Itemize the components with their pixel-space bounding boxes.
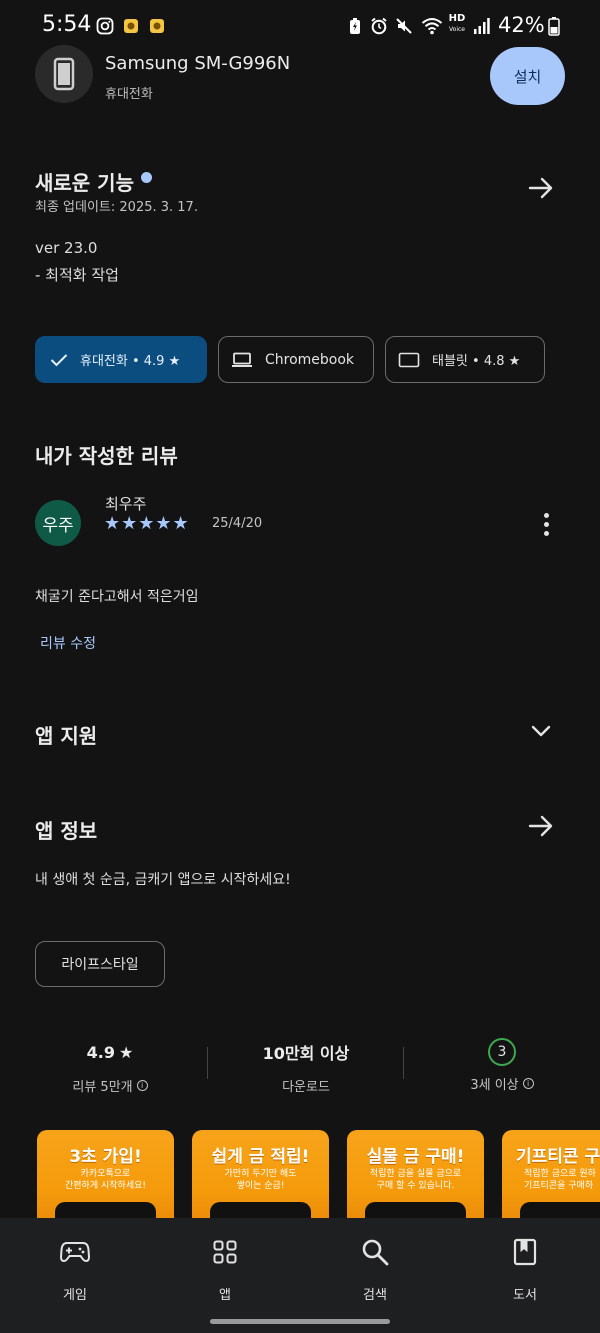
device-phone-icon: [35, 45, 93, 103]
apps-grid-icon: [175, 1232, 275, 1272]
screenshot-subtitle: 적립한 금으로 원하 기프티콘을 구매하: [524, 1169, 596, 1191]
stat-rating: 4.9 ★ 리뷰 5만개 i: [30, 1040, 190, 1095]
app-support-expand-button[interactable]: [521, 711, 561, 751]
info-icon[interactable]: i: [522, 1078, 534, 1089]
arrow-right-icon: [528, 177, 553, 199]
last-updated: 최종 업데이트: 2025. 3. 17.: [35, 200, 198, 215]
mute-icon: [394, 16, 414, 36]
laptop-icon: [231, 352, 253, 368]
version-text: ver 23.0: [35, 239, 98, 257]
screenshot-subtitle: 가만히 두기만 해도 쌓이는 순금!: [224, 1169, 297, 1191]
book-icon: [475, 1232, 575, 1272]
chip-tablet[interactable]: 태블릿 • 4.8 ★: [385, 336, 545, 383]
app-description: 내 생애 첫 순금, 금캐기 앱으로 시작하세요!: [35, 872, 291, 888]
screenshot-title: 쉽게 금 적립!: [211, 1147, 310, 1167]
rating-value: 4.9: [86, 1042, 115, 1062]
info-icon[interactable]: i: [136, 1080, 148, 1091]
gamepad-icon: [25, 1232, 125, 1272]
star-icon: ★: [119, 1042, 134, 1062]
chip-phone[interactable]: 휴대전화 • 4.9 ★: [35, 336, 207, 383]
age-rating-badge: 3: [488, 1038, 516, 1066]
nav-label: 검색: [363, 1288, 387, 1303]
tablet-icon: [398, 352, 420, 368]
screenshot-4[interactable]: 기프티콘 구 적립한 금으로 원하 기프티콘을 구매하: [502, 1130, 600, 1230]
downloads-label: 다운로드: [282, 1080, 330, 1095]
screenshot-title: 기프티콘 구: [516, 1147, 600, 1167]
chip-chromebook-label: Chromebook: [265, 351, 355, 368]
category-chip[interactable]: 라이프스타일: [35, 941, 165, 987]
chip-phone-label: 휴대전화 • 4.9 ★: [80, 354, 181, 369]
screenshot-title: 3초 가입!: [69, 1147, 142, 1167]
notification-app-icon: [122, 16, 140, 36]
whats-new-arrow-button[interactable]: [521, 168, 561, 208]
install-button[interactable]: 설치: [490, 47, 565, 105]
chip-chromebook[interactable]: Chromebook: [218, 336, 374, 383]
device-type: 휴대전화: [105, 87, 153, 102]
screenshot-subtitle: 카카오톡으로 간편하게 시작하세요!: [65, 1169, 146, 1191]
screenshot-2[interactable]: 쉽게 금 적립! 가만히 두기만 해도 쌓이는 순금!: [192, 1130, 329, 1230]
app-info-title: 앱 정보: [35, 819, 98, 843]
nav-apps[interactable]: 앱: [175, 1232, 275, 1303]
search-icon: [325, 1232, 425, 1272]
notification-app-icon-2: [148, 16, 166, 36]
device-name: Samsung SM-G996N: [105, 53, 291, 74]
screenshot-1[interactable]: 3초 가입! 카카오톡으로 간편하게 시작하세요!: [37, 1130, 174, 1230]
signal-icon: [471, 16, 491, 36]
update-note: - 최적화 작업: [35, 266, 119, 284]
alarm-icon: [369, 16, 389, 36]
rating-label: 리뷰 5만개: [72, 1080, 133, 1095]
app-support-title: 앱 지원: [35, 724, 98, 748]
new-indicator-dot: [141, 172, 152, 183]
nav-label: 도서: [513, 1288, 537, 1303]
status-time: 5:54: [42, 12, 92, 37]
downloads-value: 10만회 이상: [262, 1044, 350, 1063]
hd-label: HD: [448, 13, 466, 24]
reviewer-name: 최우주: [105, 495, 147, 513]
instagram-icon: [95, 16, 115, 36]
whats-new-title: 새로운 기능: [35, 171, 134, 195]
edit-review-link[interactable]: 리뷰 수정: [40, 633, 96, 653]
arrow-right-icon: [528, 815, 553, 837]
screenshot-title: 실물 금 구매!: [366, 1147, 465, 1167]
nav-label: 게임: [63, 1288, 87, 1303]
more-options-icon[interactable]: [530, 506, 562, 542]
stat-age: 3 3세 이상 i: [422, 1038, 582, 1093]
gesture-home-bar[interactable]: [210, 1319, 390, 1324]
star-rating: ★★★★★: [104, 513, 190, 534]
chevron-down-icon: [531, 725, 551, 737]
stat-divider: [207, 1047, 208, 1079]
battery-icon: [546, 16, 562, 36]
voice-label: Voice: [449, 26, 465, 33]
screenshot-3[interactable]: 실물 금 구매! 적립한 금을 실물 금으로 구매 할 수 있습니다.: [347, 1130, 484, 1230]
nav-books[interactable]: 도서: [475, 1232, 575, 1303]
chip-tablet-label: 태블릿 • 4.8 ★: [432, 354, 521, 369]
battery-percent: 42%: [498, 13, 545, 37]
app-info-arrow-button[interactable]: [521, 806, 561, 846]
review-date: 25/4/20: [212, 516, 263, 531]
my-review-title: 내가 작성한 리뷰: [35, 444, 178, 468]
stat-divider: [403, 1047, 404, 1079]
wifi-icon: [420, 16, 444, 36]
hd-voice-indicator: HD Voice: [446, 14, 468, 34]
nav-label: 앱: [219, 1288, 231, 1303]
nav-games[interactable]: 게임: [25, 1232, 125, 1303]
age-label: 3세 이상: [470, 1078, 519, 1093]
battery-saver-icon: [346, 16, 364, 36]
avatar: 우주: [35, 500, 81, 546]
check-icon: [50, 353, 68, 367]
stat-downloads: 10만회 이상 다운로드: [226, 1040, 386, 1095]
nav-search[interactable]: 검색: [325, 1232, 425, 1303]
screenshot-subtitle: 적립한 금을 실물 금으로 구매 할 수 있습니다.: [369, 1169, 462, 1191]
review-text: 채굴기 준다고해서 적은거임: [35, 589, 199, 605]
